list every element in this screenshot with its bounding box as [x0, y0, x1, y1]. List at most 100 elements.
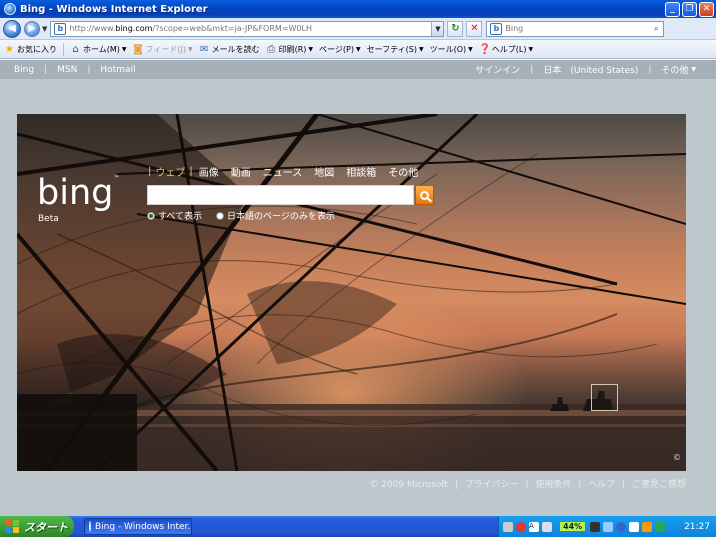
- update-icon[interactable]: [616, 521, 627, 532]
- ie-icon: [4, 3, 16, 15]
- feed-icon: ◙: [133, 43, 143, 55]
- copyright-info-icon[interactable]: ©: [673, 453, 681, 462]
- chevron-down-icon: ▼: [418, 45, 424, 53]
- page-content: Bing | MSN | Hotmail サインイン | 日本 (United …: [0, 60, 716, 516]
- tools-menu-button[interactable]: ツール(O) ▼: [430, 44, 473, 55]
- search-button[interactable]: [415, 185, 434, 205]
- chevron-down-icon[interactable]: ▼: [308, 46, 313, 53]
- print-button[interactable]: ⎙ 印刷(R) ▼: [266, 44, 313, 55]
- help-link[interactable]: ヘルプ: [588, 480, 615, 490]
- windows-logo-icon: [6, 520, 19, 533]
- search-scope-options: すべて表示 日本語のページのみを表示: [147, 209, 349, 222]
- top-nav-right: サインイン | 日本 (United States) | その他 ▼: [475, 60, 696, 79]
- window-titlebar[interactable]: Bing - Windows Internet Explorer _ ❐ ✕: [0, 0, 716, 18]
- scope-all-radio[interactable]: すべて表示: [147, 209, 202, 222]
- tab-more[interactable]: その他: [388, 164, 418, 179]
- divider: |: [189, 166, 193, 177]
- taskbar-item-ie[interactable]: Bing - Windows Inter...: [84, 518, 192, 535]
- mail-icon: ✉: [199, 43, 209, 55]
- more-link[interactable]: その他: [661, 63, 688, 76]
- help-menu-button[interactable]: ❓ ヘルプ(L) ▼: [479, 44, 533, 55]
- active-tab-indicator: |: [148, 166, 152, 177]
- forward-button[interactable]: ▶: [24, 20, 40, 37]
- home-icon: ⌂: [72, 43, 79, 55]
- tab-images[interactable]: 画像: [199, 164, 219, 179]
- close-button[interactable]: ✕: [699, 1, 714, 17]
- tab-news[interactable]: ニュース: [263, 164, 303, 179]
- search-go-icon[interactable]: ⌕: [649, 24, 663, 34]
- command-bar: ★ お気に入り ⌂ ホーム(M) ▼ ◙ フィード(J) ▼ ✉ メールを読む ⎙ 印刷(R)…: [0, 40, 716, 59]
- clock: 21:27: [684, 521, 710, 532]
- divider: |: [530, 64, 534, 75]
- chevron-down-icon: ▼: [468, 45, 473, 53]
- search-box[interactable]: [147, 185, 414, 205]
- terms-link[interactable]: 使用条件: [535, 480, 571, 490]
- volume-icon[interactable]: [629, 521, 640, 532]
- favorites-button[interactable]: ★ お気に入り: [4, 44, 57, 55]
- app-tray-icon[interactable]: [642, 521, 653, 532]
- power-icon[interactable]: [590, 521, 601, 532]
- input-icon[interactable]: [542, 521, 552, 532]
- browser-search-box[interactable]: b ⌕: [486, 20, 665, 37]
- bing-favicon-icon: b: [54, 22, 67, 35]
- display-icon[interactable]: [603, 521, 614, 532]
- stop-button[interactable]: ✕: [466, 20, 483, 37]
- address-dropdown-icon[interactable]: ▼: [431, 21, 444, 36]
- search-input[interactable]: [148, 186, 413, 204]
- page-menu-button[interactable]: ページ(P) ▼: [319, 44, 361, 55]
- safety-menu-button[interactable]: セーフティ(S) ▼: [367, 44, 424, 55]
- nav-link-hotmail[interactable]: Hotmail: [100, 65, 135, 75]
- sign-in-link[interactable]: サインイン: [475, 63, 520, 76]
- top-navigation: Bing | MSN | Hotmail サインイン | 日本 (United …: [0, 60, 716, 79]
- divider: |: [87, 64, 91, 75]
- tab-web[interactable]: ウェブ: [155, 164, 185, 179]
- refresh-icon: ↻: [451, 23, 460, 34]
- address-bar[interactable]: b http://www.bing.com/?scope=web&mkt=ja-…: [50, 20, 445, 37]
- chevron-down-icon[interactable]: ▼: [188, 46, 193, 53]
- copyright-text: © 2009 Microsoft: [369, 480, 448, 490]
- privacy-link[interactable]: プライバシー: [465, 480, 519, 490]
- feeds-button[interactable]: ◙ フィード(J) ▼: [133, 43, 193, 55]
- nav-link-bing[interactable]: Bing: [14, 65, 34, 75]
- maximize-button[interactable]: ❐: [682, 1, 697, 17]
- ime-icon[interactable]: A: [529, 521, 539, 532]
- tab-maps[interactable]: 地図: [314, 164, 334, 179]
- search-icon: [420, 190, 429, 200]
- search-tabs: | ウェブ | 画像 動画 ニュース 地図 相談箱 その他: [148, 164, 430, 179]
- radio-unselected-icon[interactable]: [216, 211, 225, 220]
- start-button[interactable]: スタート: [0, 516, 74, 537]
- region-link[interactable]: 日本 (United States): [543, 63, 638, 76]
- chevron-down-icon[interactable]: ▼: [122, 46, 127, 53]
- divider: |: [454, 480, 458, 490]
- page-footer: © 2009 Microsoft | プライバシー | 使用条件 | ヘルプ |…: [0, 477, 686, 490]
- scope-japanese-radio[interactable]: 日本語のページのみを表示: [216, 209, 335, 222]
- image-hotspot[interactable]: [591, 384, 618, 411]
- address-url[interactable]: http://www.bing.com/?scope=web&mkt=ja-JP…: [69, 24, 431, 33]
- shield-icon[interactable]: [655, 521, 666, 532]
- chevron-down-icon: ▼: [355, 45, 361, 53]
- chevron-down-icon[interactable]: ▼: [691, 66, 696, 73]
- back-button[interactable]: ◀: [3, 19, 21, 38]
- network-icon[interactable]: [503, 521, 513, 532]
- divider: |: [622, 480, 626, 490]
- history-dropdown-icon[interactable]: ▼: [42, 25, 47, 33]
- star-icon: ★: [5, 43, 14, 55]
- read-mail-button[interactable]: ✉ メールを読む: [199, 44, 260, 55]
- printer-icon: ⎙: [267, 43, 276, 55]
- hero-image: bing™ Beta | ウェブ | 画像 動画 ニュース 地図 相談箱 その他…: [17, 114, 686, 471]
- browser-search-input[interactable]: [505, 24, 650, 33]
- divider: [63, 42, 64, 56]
- radio-selected-icon[interactable]: [147, 211, 155, 220]
- taskbar: スタート Bing - Windows Inter... A 44% 21:27: [0, 516, 716, 537]
- minimize-button[interactable]: _: [665, 1, 680, 17]
- chevron-down-icon: ▼: [528, 45, 534, 53]
- tab-qa[interactable]: 相談箱: [346, 164, 376, 179]
- tab-videos[interactable]: 動画: [231, 164, 251, 179]
- feedback-link[interactable]: ご意見ご感想: [632, 480, 686, 490]
- battery-indicator[interactable]: 44%: [559, 521, 587, 532]
- bing-logo[interactable]: bing™: [37, 176, 119, 211]
- security-icon[interactable]: [516, 521, 526, 532]
- home-button[interactable]: ⌂ ホーム(M) ▼: [70, 43, 127, 55]
- refresh-button[interactable]: ↻: [447, 20, 464, 37]
- nav-link-msn[interactable]: MSN: [57, 65, 77, 75]
